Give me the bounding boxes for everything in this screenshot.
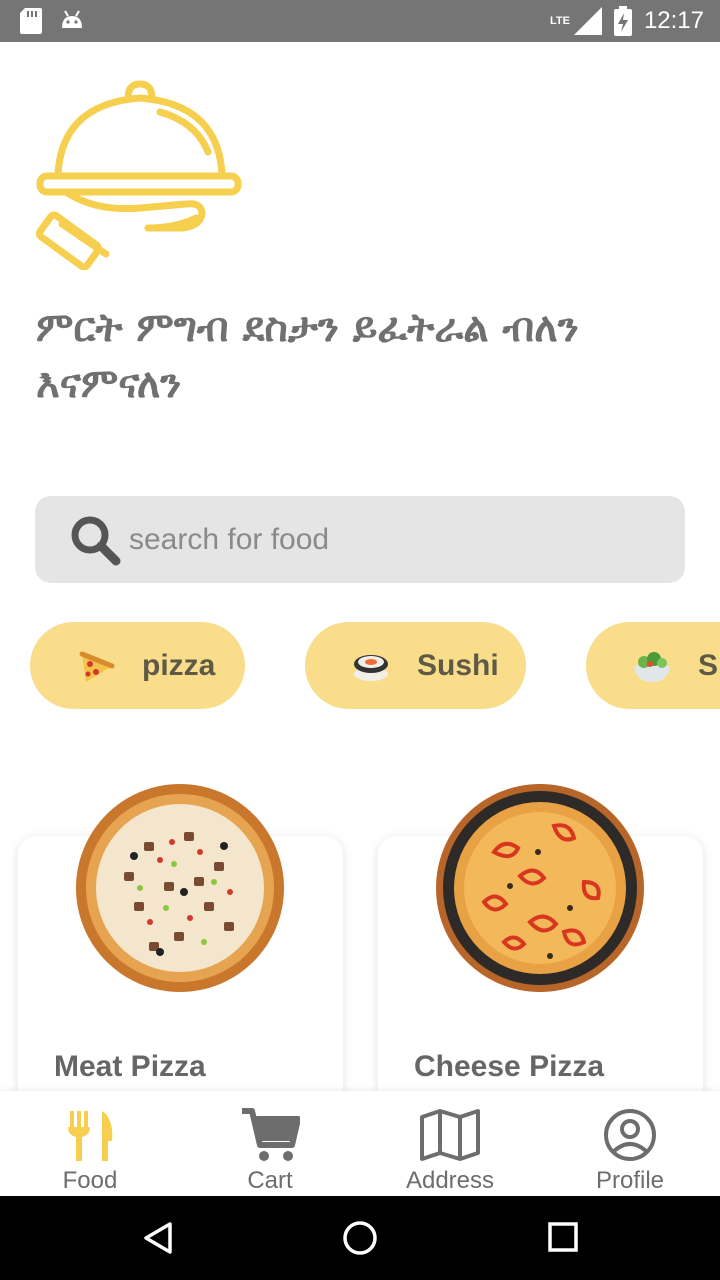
- status-bar: LTE 12:17: [0, 0, 720, 42]
- serving-cloche-icon: [36, 80, 242, 270]
- cheese-pizza-image: [436, 784, 644, 992]
- search-icon: [71, 516, 121, 565]
- home-icon[interactable]: [342, 1220, 378, 1256]
- system-navigation-bar: [0, 1196, 720, 1280]
- category-list: pizza Sushi S: [0, 622, 720, 710]
- salad-emoji-icon: [634, 651, 670, 682]
- food-name: Cheese Pizza: [414, 1050, 605, 1083]
- nav-cart[interactable]: Cart: [180, 1091, 360, 1196]
- pizza-emoji-icon: [79, 651, 115, 682]
- nav-label: Cart: [247, 1167, 293, 1194]
- category-label: pizza: [142, 648, 216, 682]
- signal-icon: [573, 7, 602, 35]
- search-bar[interactable]: [35, 496, 685, 583]
- category-label: Sushi: [417, 648, 499, 682]
- nav-label: Food: [62, 1167, 118, 1194]
- profile-icon: [604, 1109, 656, 1161]
- nav-label: Profile: [595, 1167, 665, 1194]
- android-icon: [62, 10, 82, 28]
- sd-card-icon: [20, 8, 42, 34]
- category-chip-pizza[interactable]: pizza: [30, 622, 245, 709]
- network-type-label: LTE: [549, 15, 570, 27]
- recents-icon[interactable]: [546, 1220, 580, 1254]
- search-input[interactable]: [127, 521, 651, 558]
- food-name: Meat Pizza: [54, 1050, 206, 1083]
- nav-address[interactable]: Address: [360, 1091, 540, 1196]
- back-icon[interactable]: [140, 1220, 176, 1256]
- clock: 12:17: [643, 7, 704, 34]
- bottom-navigation: Food Cart Address Profile: [0, 1091, 720, 1196]
- meat-pizza-image: [76, 784, 284, 992]
- sushi-emoji-icon: [354, 654, 388, 681]
- battery-charging-icon: [613, 6, 632, 36]
- nav-label: Address: [405, 1167, 495, 1194]
- nav-food[interactable]: Food: [0, 1091, 180, 1196]
- cart-icon: [242, 1108, 300, 1161]
- category-label: S: [698, 648, 719, 682]
- fork-knife-icon: [68, 1111, 113, 1161]
- category-chip-sushi[interactable]: Sushi: [305, 622, 526, 709]
- category-chip-salad[interactable]: S: [586, 622, 720, 709]
- map-icon: [420, 1109, 480, 1161]
- tagline: ምርት ምግብ ደስታን ይፈትራል ብለን እናምናለን: [36, 305, 579, 407]
- nav-profile[interactable]: Profile: [540, 1091, 720, 1196]
